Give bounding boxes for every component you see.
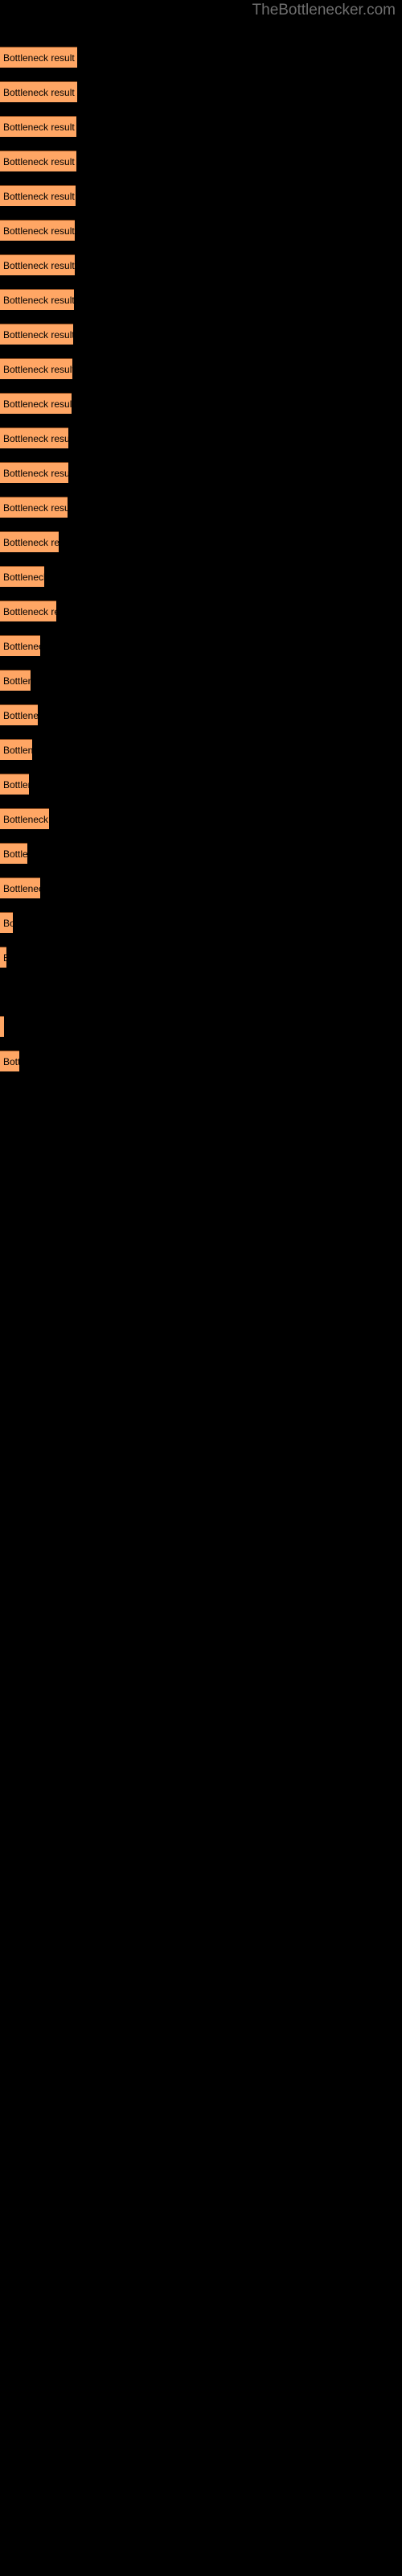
bar[interactable]: Bottleneck result [0, 427, 68, 448]
bar-label: Bottleneck result [3, 918, 13, 929]
bar-label: Bottleneck result [3, 225, 75, 237]
bar[interactable]: Bottleneck result [0, 601, 56, 621]
bar-label: Bottleneck result [3, 191, 75, 202]
bottleneck-bar-chart: Bottleneck result Bottleneck result Bottle… [0, 0, 402, 2576]
bar[interactable]: Bottleneck result [0, 220, 75, 241]
bar[interactable]: Bottleneck result [0, 289, 74, 310]
bar-label: Bottleneck result [3, 675, 31, 687]
bar[interactable]: Bottleneck result [0, 808, 49, 829]
bar-label: Bottleneck result [3, 87, 75, 98]
bar[interactable]: Bottleneck result [0, 704, 38, 725]
bar-label: Bottleneck result [3, 745, 32, 756]
bar[interactable]: Bottleneck result [0, 739, 32, 760]
bar-label: Bottleneck result [3, 572, 44, 583]
bar-label: Bottleneck result [3, 848, 27, 860]
bar[interactable]: Bottleneck result [0, 324, 73, 345]
bar-label: Bottleneck result [3, 433, 68, 444]
bar-label: Bottleneck result [3, 364, 72, 375]
bar-label: Bottleneck result [3, 295, 74, 306]
bar-label: Bottleneck result [3, 814, 49, 825]
bar[interactable]: Bottleneck result [0, 185, 76, 206]
bar[interactable]: Bottleneck result [0, 393, 72, 414]
bar-label: Bottleneck result [3, 883, 40, 894]
bar[interactable]: Bottleneck result [0, 81, 77, 102]
bar[interactable]: Bottleneck result [0, 670, 31, 691]
bar[interactable]: Bottleneck result [0, 1051, 19, 1071]
bar-label: Bottleneck result [3, 606, 56, 617]
bar-label: Bottleneck result [3, 468, 68, 479]
bar-label: Bottleneck result [3, 329, 73, 341]
bar-label: Bottleneck result [3, 1017, 4, 1037]
bar[interactable]: Bottleneck result [0, 912, 13, 933]
bar-label: Bottleneck result [3, 502, 68, 514]
bar-label: Bottleneck result [3, 156, 75, 167]
bar[interactable]: Bottleneck result [0, 116, 76, 137]
bar[interactable]: Bottleneck result [0, 635, 40, 656]
bar[interactable]: Bottleneck result [0, 151, 76, 171]
bar[interactable]: Bottleneck result [0, 877, 40, 898]
bar[interactable]: Bottleneck result [0, 358, 72, 379]
bar[interactable]: Bottleneck result [0, 1016, 4, 1037]
bar[interactable]: Bottleneck result [0, 947, 6, 968]
bar-label: Bottleneck result [3, 641, 40, 652]
bar[interactable]: Bottleneck result [0, 843, 27, 864]
bar-label: Bottleneck result [3, 122, 75, 133]
bar[interactable]: Bottleneck result [0, 254, 75, 275]
bar-label: Bottleneck result [3, 779, 29, 791]
bar[interactable]: Bottleneck result [0, 47, 77, 68]
bar-label: Bottleneck result [3, 52, 75, 64]
bar-label: Bottleneck result [3, 398, 72, 410]
bar[interactable]: Bottleneck result [0, 462, 68, 483]
bar-label: Bottleneck result [3, 537, 59, 548]
bar-label: Bottleneck result [3, 710, 38, 721]
bar[interactable]: Bottleneck result [0, 774, 29, 795]
bar[interactable]: Bottleneck result [0, 566, 44, 587]
bar[interactable]: Bottleneck result [0, 531, 59, 552]
bar-label: Bottleneck result [3, 947, 6, 968]
bar-label: Bottleneck result [3, 1056, 19, 1067]
bar[interactable]: Bottleneck result [0, 497, 68, 518]
bar-label: Bottleneck result [3, 260, 75, 271]
